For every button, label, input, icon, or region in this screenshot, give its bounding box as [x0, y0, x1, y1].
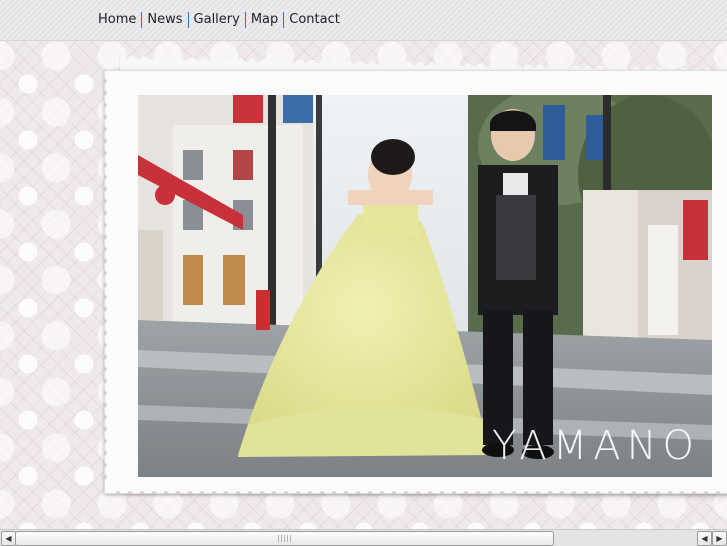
nav-gallery-link[interactable]: Gallery [191, 11, 243, 28]
scroll-left-button-alt[interactable]: ◀ [697, 531, 712, 546]
horizontal-scrollbar[interactable]: ◀ ◀ ▶ [0, 529, 727, 546]
scrollbar-thumb[interactable] [15, 531, 554, 546]
nav-news-link[interactable]: News [144, 11, 185, 28]
stamp-perforation-bottom [112, 486, 727, 494]
nav-separator [244, 11, 246, 28]
nav-separator [141, 11, 143, 28]
scrollbar-grip-icon [277, 535, 292, 542]
nav-contact-link[interactable]: Contact [286, 11, 343, 28]
top-navigation-bar: Home News Gallery Map Contact [0, 0, 727, 41]
nav-home-link[interactable]: Home [95, 11, 139, 28]
wedding-photo-illustration [138, 95, 712, 477]
scroll-left-icon: ◀ [5, 534, 12, 543]
main-nav: Home News Gallery Map Contact [95, 11, 343, 28]
nav-map-link[interactable]: Map [248, 11, 281, 28]
nav-separator [283, 11, 285, 28]
scroll-right-button[interactable]: ▶ [712, 531, 727, 546]
scroll-right-icon: ▶ [716, 534, 723, 543]
scroll-left-icon-alt: ◀ [701, 534, 708, 543]
scroll-left-button[interactable]: ◀ [1, 531, 16, 546]
photo-watermark: YAMANO [492, 423, 700, 469]
stamp-perforation-left [104, 75, 112, 485]
nav-separator [187, 11, 189, 28]
gallery-photo[interactable]: YAMANO [138, 95, 712, 477]
